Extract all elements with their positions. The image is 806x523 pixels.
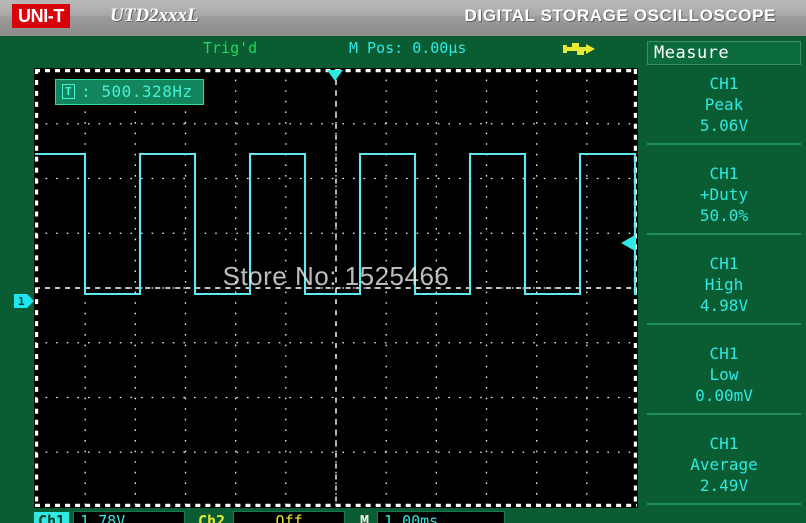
measure-item-4[interactable]: CH1 Average 2.49V [647,433,801,496]
measure-divider [647,323,801,325]
measure-divider [647,233,801,235]
timebase-parameter[interactable]: M 1.00ms [356,510,506,523]
product-title: DIGITAL STORAGE OSCILLOSCOPE [464,6,776,25]
channel-parameter-bar: Ch1 1.78V Ch2 Off M 1.00ms [34,510,638,523]
measure-type: +Duty [699,185,749,204]
horizontal-position-text: M Pos: 0.00μs [349,39,467,57]
measure-channel: CH1 [709,74,739,93]
ch2-scale-value: Off [233,510,346,523]
svg-text:1: 1 [18,295,25,308]
trigger-source-badge-icon: T [62,84,76,99]
measure-value: 0.00mV [695,386,753,405]
measure-divider [647,413,801,415]
measure-panel-title: Measure [647,41,801,65]
unit-logo: UNI-T [12,4,70,28]
measure-type: Low [709,365,739,384]
timebase-label: M [360,511,370,523]
trigger-position-marker[interactable] [327,66,343,85]
ch1-ground-marker[interactable]: 1 [14,292,34,314]
model-name: UTD2xxxL [110,5,199,26]
measure-channel: CH1 [709,164,739,183]
usb-icon [563,43,595,55]
measure-value: 4.98V [699,296,749,315]
measure-type: Average [690,455,758,474]
ch2-parameter[interactable]: Ch2 Off [194,510,346,523]
brand-header: UNI-T UTD2xxxL DIGITAL STORAGE OSCILLOSC… [0,0,806,36]
ch1-label: Ch1 [34,511,70,523]
trigger-state-text: Trig'd [203,39,258,57]
measure-channel: CH1 [709,344,739,363]
measure-channel: CH1 [709,254,739,273]
measure-item-1[interactable]: CH1 +Duty 50.0% [647,163,801,226]
measure-value: 2.49V [699,476,749,495]
ch1-parameter[interactable]: Ch1 1.78V [34,510,186,523]
measure-type: Peak [704,95,744,114]
trigger-level-marker[interactable] [621,235,635,255]
store-watermark: Store No: 1525466 [222,261,450,291]
measure-channel: CH1 [709,434,739,453]
ch2-label: Ch2 [198,511,226,523]
measure-type: High [704,275,744,294]
frequency-value: : 500.328Hz [81,82,193,101]
status-strip: Trig'd M Pos: 0.00μs [0,37,640,61]
oscilloscope-screen: UNI-T UTD2xxxL DIGITAL STORAGE OSCILLOSC… [0,0,806,523]
measure-item-0[interactable]: CH1 Peak 5.06V [647,73,801,136]
measure-item-2[interactable]: CH1 High 4.98V [647,253,801,316]
measure-item-3[interactable]: CH1 Low 0.00mV [647,343,801,406]
measure-divider [647,503,801,505]
ch1-scale-value: 1.78V [73,510,186,523]
graticule: T : 500.328Hz Store No: 1525466 [34,68,638,508]
measure-value: 50.0% [699,206,749,225]
measure-panel: Measure CH1 Peak 5.06V CH1 +Duty 50.0% C… [642,37,806,523]
timebase-value: 1.00ms [377,510,506,523]
frequency-readout: T : 500.328Hz [55,79,204,105]
measure-divider [647,143,801,145]
measure-value: 5.06V [699,116,749,135]
scope-display: Trig'd M Pos: 0.00μs T: 500.328Hz Store… [0,37,806,523]
